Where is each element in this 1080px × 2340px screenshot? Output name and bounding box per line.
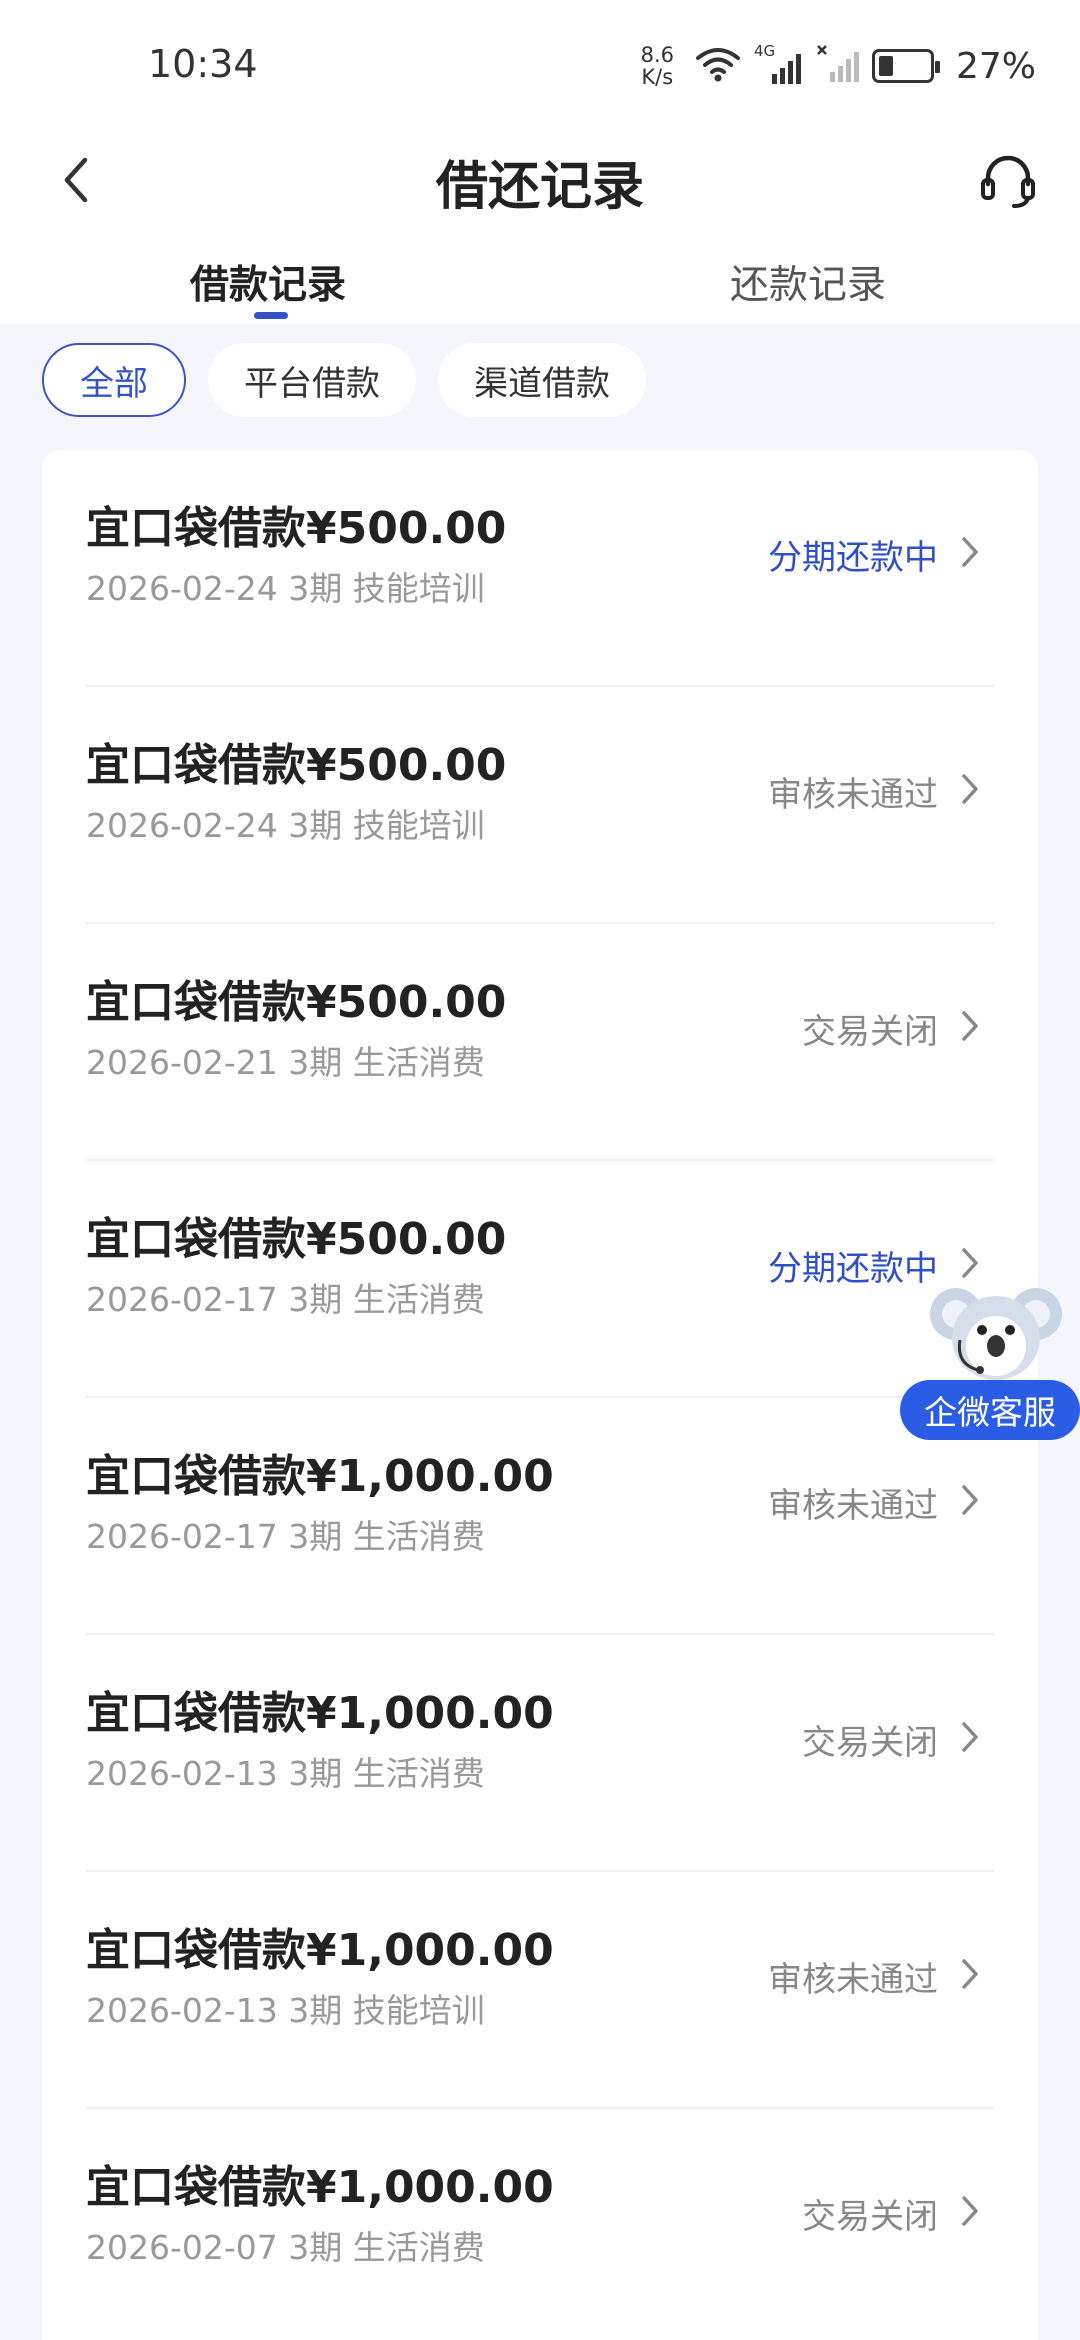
page-title: 借还记录: [435, 157, 644, 217]
record-title: 宜口袋借款¥1,000.00: [86, 1688, 554, 1739]
record-subtitle: 2026-02-13 3期 生活消费: [86, 1754, 485, 1793]
filter-platform-loan[interactable]: 平台借款: [208, 343, 416, 417]
list-item[interactable]: 宜口袋借款¥500.00 2026-02-24 3期 技能培训 审核未通过: [86, 687, 994, 924]
filter-chips: 全部 平台借款 渠道借款: [42, 343, 646, 417]
active-tab-indicator: [254, 312, 288, 319]
list-item[interactable]: 宜口袋借款¥500.00 2026-02-17 3期 生活消费 分期还款中: [86, 1161, 994, 1398]
record-title: 宜口袋借款¥1,000.00: [86, 1451, 554, 1502]
chevron-right-icon: [952, 1952, 988, 1996]
record-status: 交易关闭: [802, 1012, 938, 1052]
record-subtitle: 2026-02-17 3期 生活消费: [86, 1280, 485, 1319]
koala-mascot-icon: [930, 1288, 1062, 1380]
records-list: 宜口袋借款¥500.00 2026-02-24 3期 技能培训 分期还款中 宜口…: [42, 450, 1038, 2340]
chevron-right-icon: [952, 1478, 988, 1522]
record-status: 交易关闭: [802, 2197, 938, 2237]
record-title: 宜口袋借款¥1,000.00: [86, 2162, 554, 2213]
record-status: 分期还款中: [768, 538, 938, 578]
signal-no-sim-icon: [816, 44, 860, 88]
list-item[interactable]: 宜口袋借款¥500.00 2026-02-21 3期 生活消费 交易关闭: [86, 924, 994, 1161]
record-subtitle: 2026-02-24 3期 技能培训: [86, 806, 485, 845]
record-subtitle: 2026-02-07 3期 生活消费: [86, 2228, 485, 2267]
record-subtitle: 2026-02-21 3期 生活消费: [86, 1043, 485, 1082]
net-speed: 8.6 K/s: [641, 44, 674, 88]
signal-4g-icon: 4G: [754, 42, 804, 86]
record-status: 审核未通过: [768, 775, 938, 815]
wifi-icon: [694, 44, 742, 88]
record-subtitle: 2026-02-24 3期 技能培训: [86, 569, 485, 608]
record-subtitle: 2026-02-13 3期 技能培训: [86, 1991, 485, 2030]
list-item[interactable]: 宜口袋借款¥1,000.00 2026-02-17 3期 生活消费 审核未通过: [86, 1398, 994, 1635]
record-title: 宜口袋借款¥500.00: [86, 740, 507, 791]
battery-fill: [878, 56, 893, 76]
tab-repay-records[interactable]: 还款记录: [730, 254, 886, 310]
filter-channel-loan[interactable]: 渠道借款: [438, 343, 646, 417]
chevron-right-icon: [952, 530, 988, 574]
record-status: 审核未通过: [768, 1486, 938, 1526]
record-title: 宜口袋借款¥1,000.00: [86, 1925, 554, 1976]
page: 10:34 8.6 K/s 4G 27% 借还记录 借款记录 还款记录 全部 平…: [0, 0, 1080, 2340]
list-item[interactable]: 宜口袋借款¥500.00 2026-02-24 3期 技能培训 分期还款中: [86, 450, 994, 687]
chevron-right-icon: [952, 2189, 988, 2233]
filter-all[interactable]: 全部: [42, 343, 186, 417]
chevron-right-icon: [952, 1715, 988, 1759]
chevron-right-icon: [952, 767, 988, 811]
record-subtitle: 2026-02-17 3期 生活消费: [86, 1517, 485, 1556]
status-time: 10:34: [148, 42, 258, 86]
status-bar: 10:34 8.6 K/s 4G 27%: [0, 0, 1080, 130]
battery-icon: [871, 49, 940, 83]
list-item[interactable]: 宜口袋借款¥1,000.00 2026-02-13 3期 生活消费 交易关闭: [86, 1635, 994, 1872]
chevron-right-icon: [952, 1004, 988, 1048]
wecom-service-label: 企微客服: [900, 1380, 1080, 1440]
customer-service-button[interactable]: [972, 144, 1044, 216]
net-speed-unit: K/s: [641, 65, 674, 89]
chevron-right-icon: [952, 1241, 988, 1285]
record-tabs: 借款记录 还款记录: [0, 240, 1080, 324]
list-item[interactable]: 宜口袋借款¥1,000.00 2026-02-13 3期 技能培训 审核未通过: [86, 1872, 994, 2109]
record-title: 宜口袋借款¥500.00: [86, 977, 507, 1028]
record-status: 审核未通过: [768, 1960, 938, 2000]
record-title: 宜口袋借款¥500.00: [86, 1214, 507, 1265]
battery-percent: 27%: [955, 45, 1036, 87]
list-item[interactable]: 宜口袋借款¥1,000.00 2026-02-07 3期 生活消费 交易关闭: [86, 2109, 994, 2340]
tab-borrow-records[interactable]: 借款记录: [190, 254, 346, 310]
wecom-service-float-button[interactable]: 企微客服: [900, 1280, 1080, 1440]
record-status: 交易关闭: [802, 1723, 938, 1763]
header: 借还记录: [0, 130, 1080, 240]
net-speed-value: 8.6: [640, 43, 674, 67]
record-title: 宜口袋借款¥500.00: [86, 503, 507, 554]
status-icons: 8.6 K/s 4G 27%: [641, 40, 1036, 92]
headset-icon: [981, 155, 1035, 208]
